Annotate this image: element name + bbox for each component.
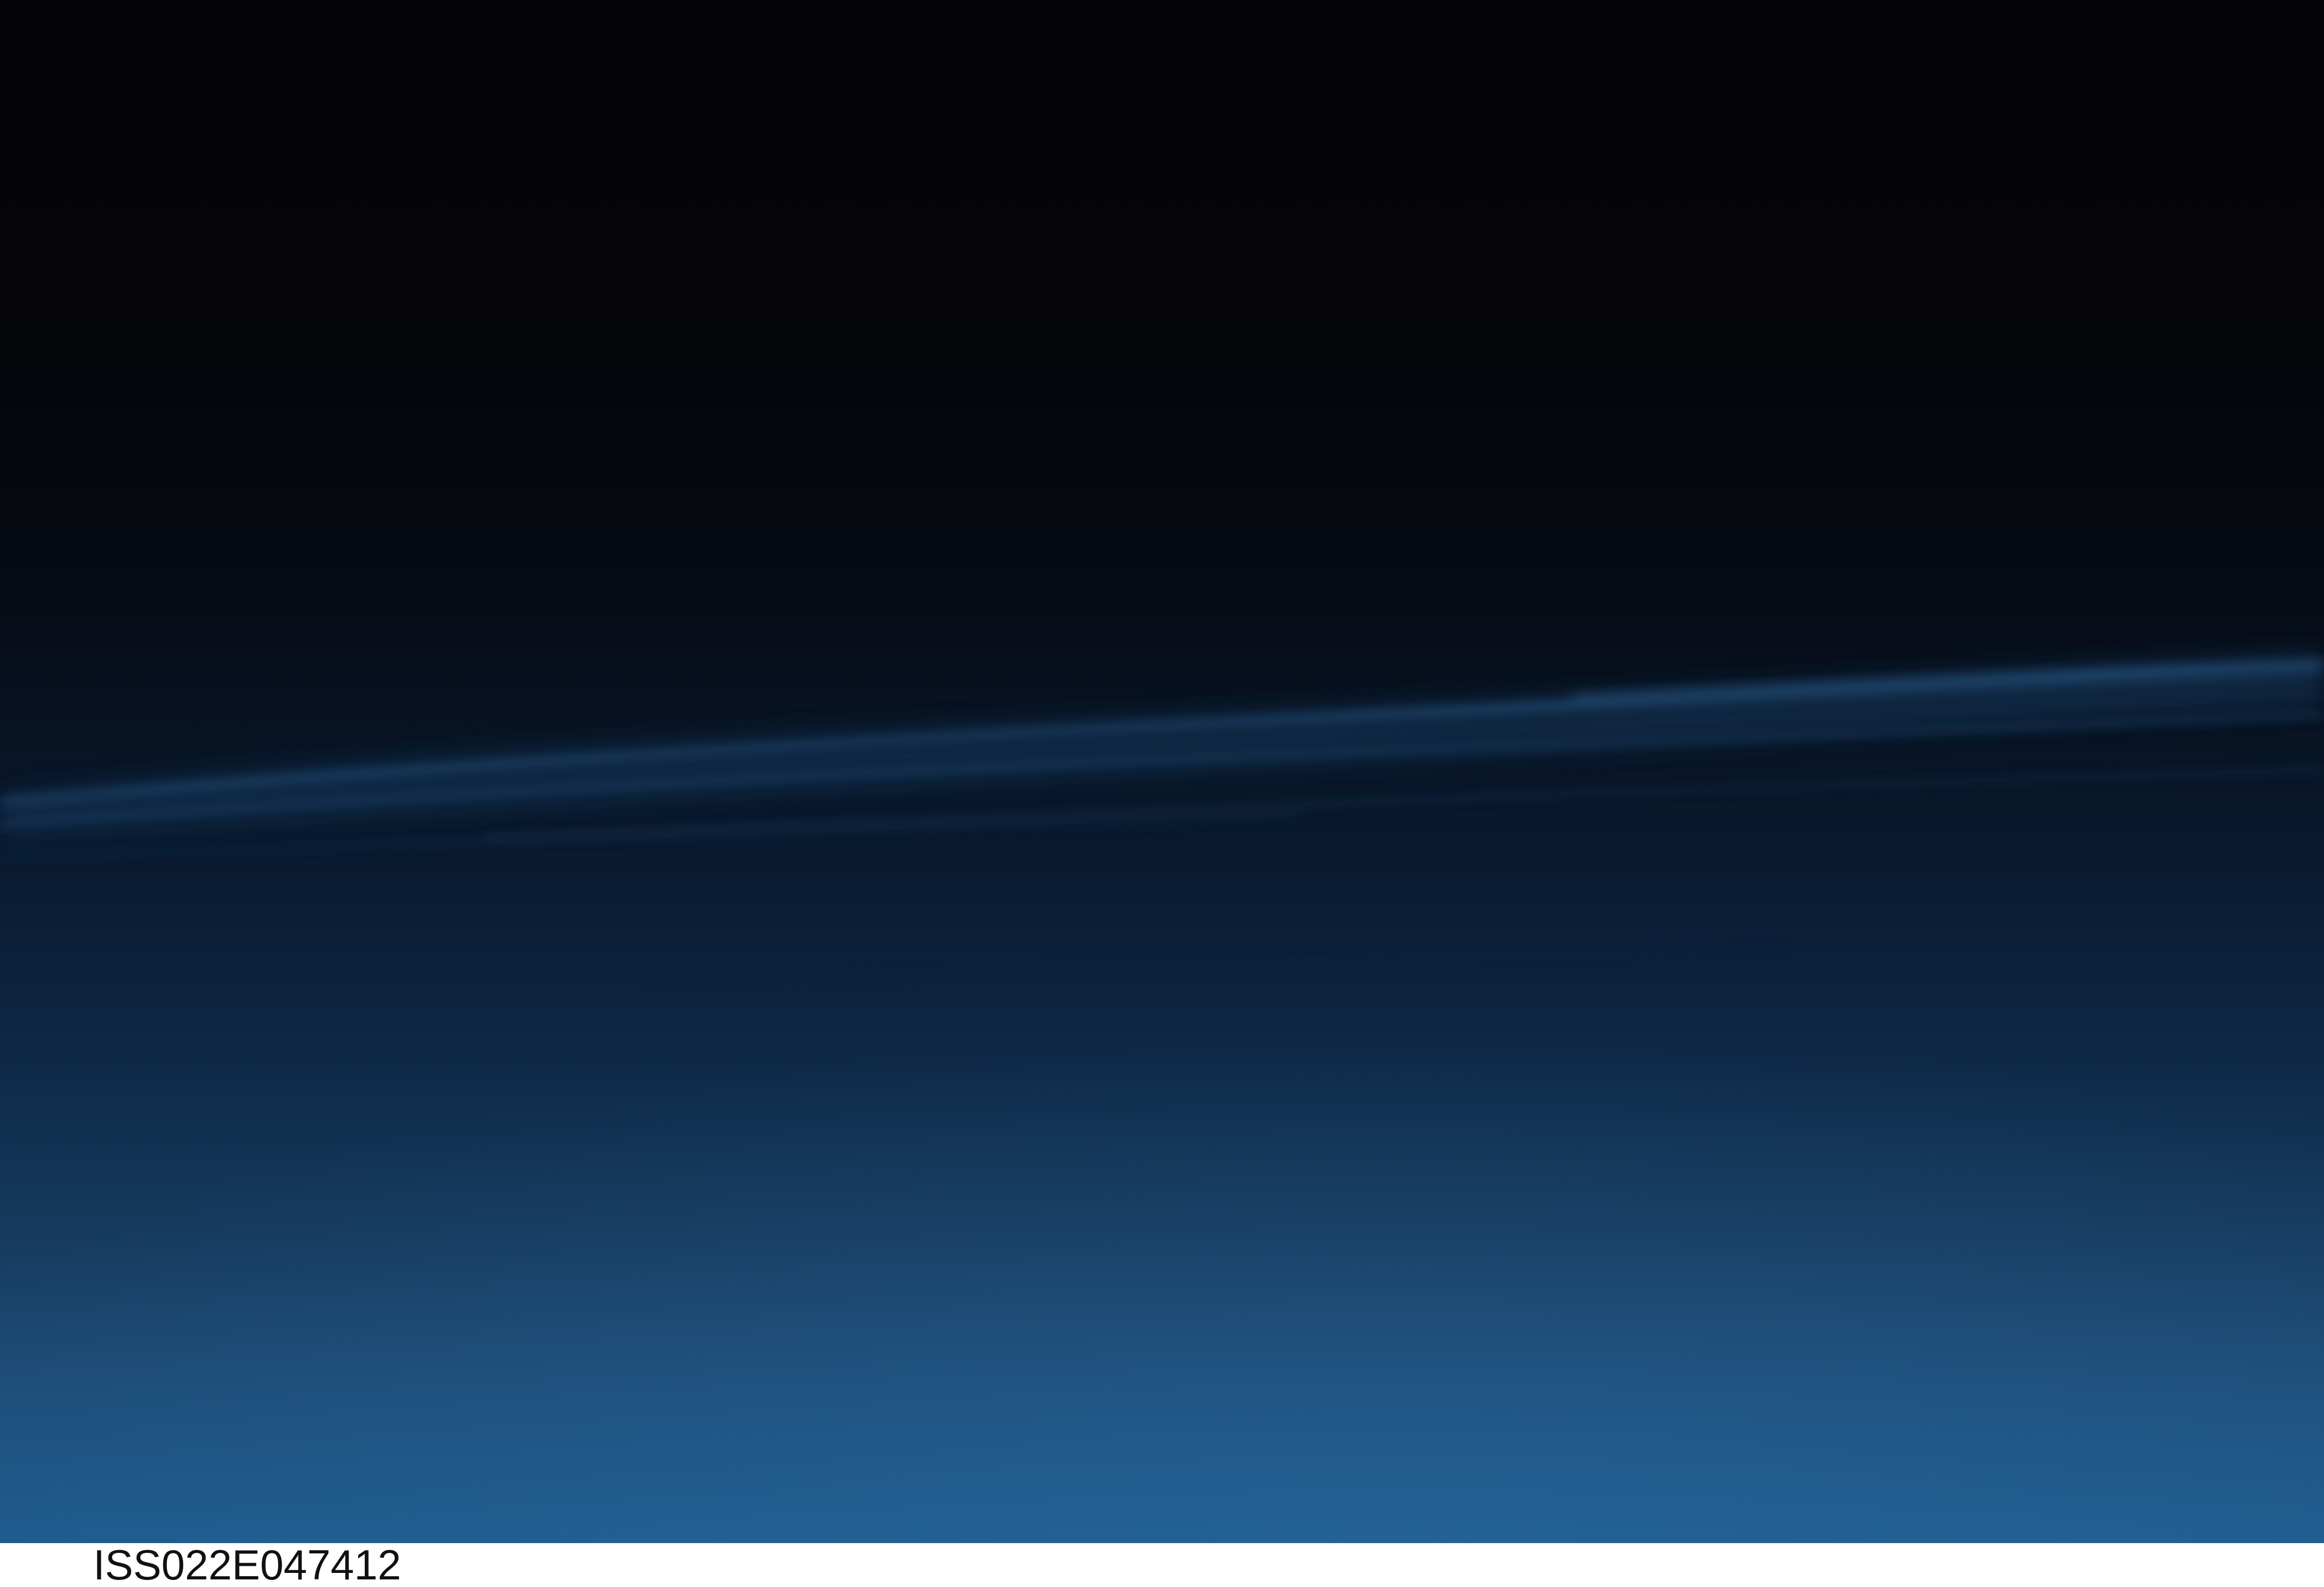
- image-id-caption: ISS022E047412: [93, 1541, 402, 1587]
- noctilucent-cloud-layer: [0, 653, 2324, 1543]
- earth-limb-photo: [0, 0, 2324, 1543]
- image-frame: ISS022E047412: [0, 0, 2324, 1587]
